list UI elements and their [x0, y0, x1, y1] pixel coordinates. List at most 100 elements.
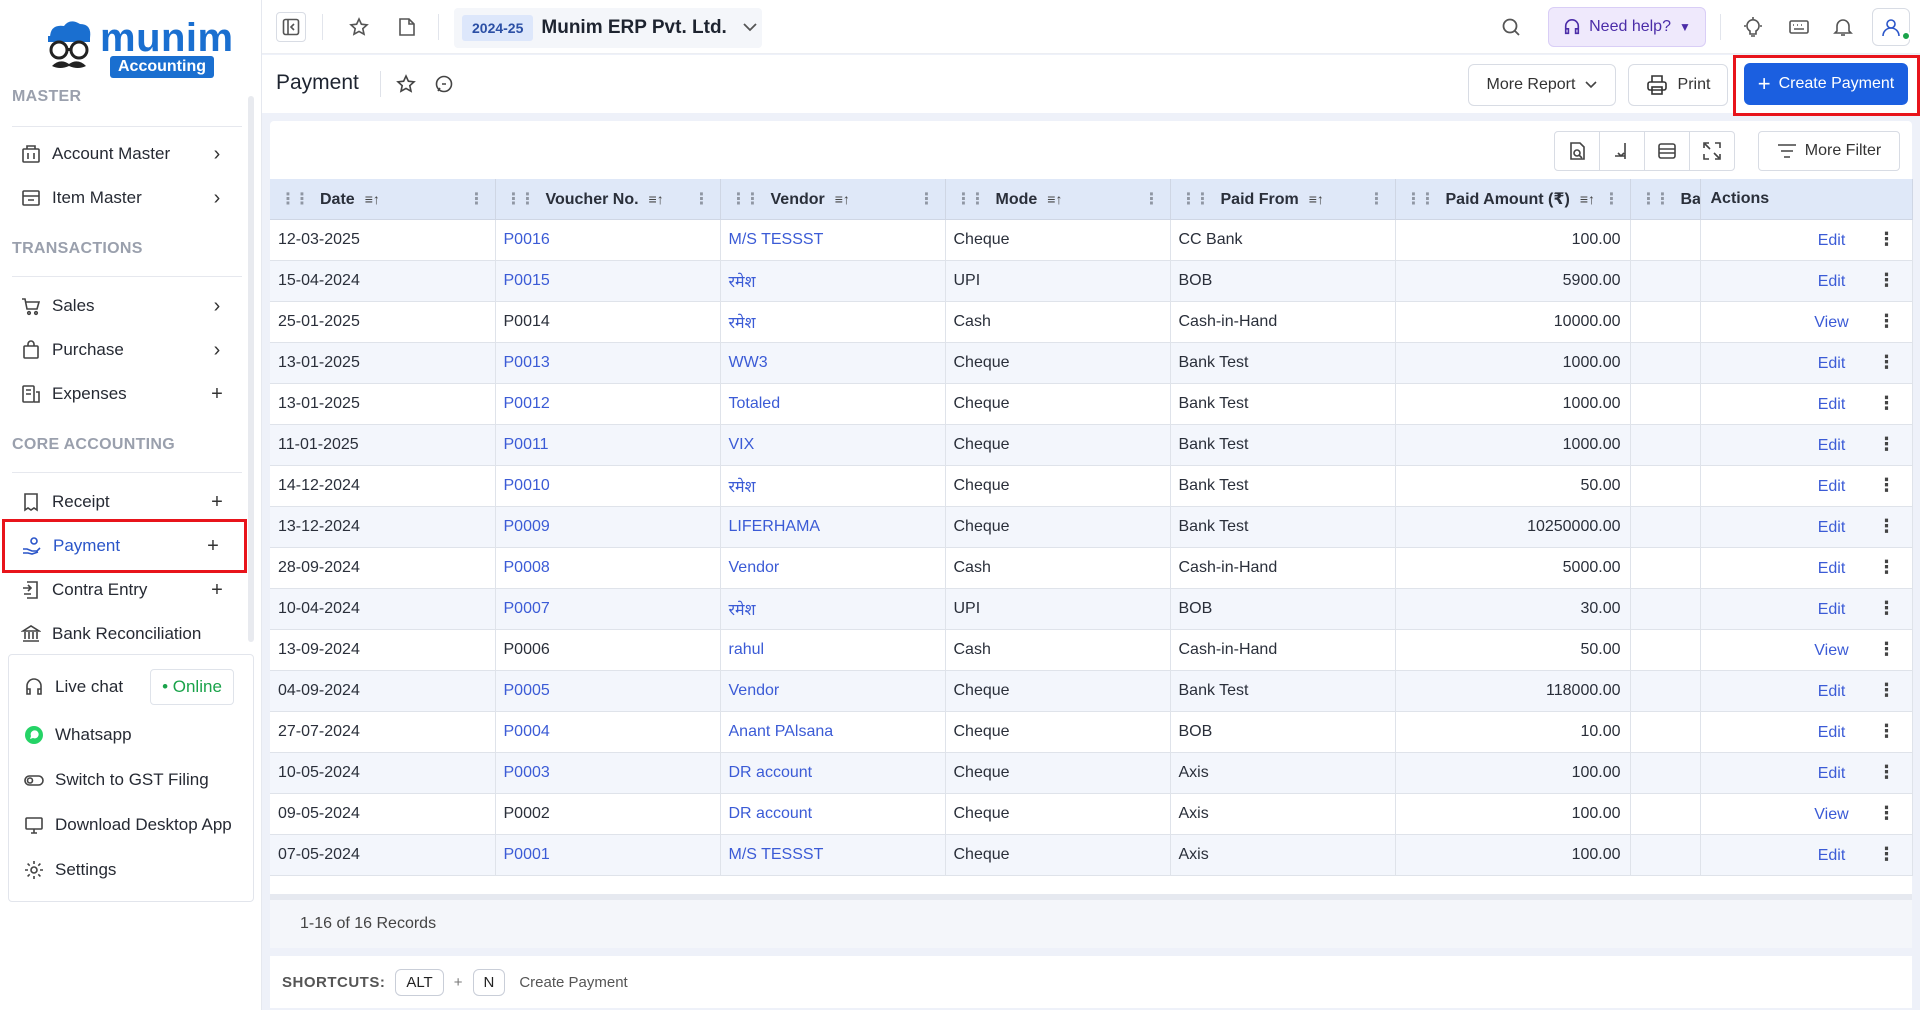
edit-link[interactable]: Edit [1802, 519, 1862, 537]
more-options-icon[interactable]: ⋮ [1862, 721, 1912, 742]
cell-vendor[interactable]: M/S TESSST [720, 219, 946, 261]
sidebar-item-contra-entry[interactable]: Contra Entry + [0, 568, 248, 612]
edit-link[interactable]: Edit [1802, 847, 1862, 865]
column-menu-icon[interactable]: ⋮ [1369, 189, 1385, 209]
export-excel-icon[interactable] [1554, 131, 1600, 171]
comment-icon[interactable] [430, 70, 458, 98]
table-row[interactable]: 13-01-2025 P0012 Totaled Cheque Bank Test 100… [270, 383, 1913, 425]
table-row[interactable]: 25-01-2025 P0014 रमेश Cash Cash-in-Hand 10000… [270, 301, 1913, 343]
density-icon[interactable] [1644, 131, 1690, 171]
more-options-icon[interactable]: ⋮ [1862, 352, 1912, 373]
drag-handle-icon[interactable]: ⋮⋮ [1181, 191, 1211, 208]
view-link[interactable]: View [1802, 314, 1862, 332]
edit-link[interactable]: Edit [1802, 273, 1862, 291]
cell-voucher[interactable]: P0001 [495, 834, 721, 876]
need-help-button[interactable]: Need help? ▼ [1548, 7, 1706, 47]
more-filter-button[interactable]: More Filter [1758, 131, 1900, 171]
cell-vendor[interactable]: Anant PAlsana [720, 711, 946, 753]
cell-vendor[interactable]: rahul [720, 629, 946, 671]
cell-voucher[interactable]: P0011 [495, 424, 721, 466]
table-row[interactable]: 13-12-2024 P0009 LIFERHAMA Cheque Bank Test 1… [270, 506, 1913, 548]
cell-vendor[interactable]: LIFERHAMA [720, 506, 946, 548]
drag-handle-icon[interactable]: ⋮⋮ [1641, 191, 1671, 208]
sort-icon[interactable]: ≡↑ [1309, 191, 1324, 207]
cell-voucher[interactable]: P0016 [495, 219, 721, 261]
sidebar-scrollbar[interactable] [248, 96, 254, 642]
table-row[interactable]: 07-05-2024 P0001 M/S TESSST Cheque Axis 100.0… [270, 834, 1913, 876]
sort-icon[interactable]: ≡↑ [1047, 191, 1062, 207]
table-row[interactable]: 13-09-2024 P0006 rahul Cash Cash-in-Hand 50.0… [270, 629, 1913, 671]
drag-handle-icon[interactable]: ⋮⋮ [956, 191, 986, 208]
column-header-balance[interactable]: ⋮⋮ Balar [1630, 179, 1701, 220]
create-payment-button[interactable]: + Create Payment [1744, 63, 1908, 105]
cell-voucher[interactable]: P0015 [495, 260, 721, 302]
edit-link[interactable]: Edit [1802, 478, 1862, 496]
cell-vendor[interactable]: Vendor [720, 547, 946, 589]
sort-icon[interactable]: ≡↑ [365, 191, 380, 207]
download-app-item[interactable]: Download Desktop App [9, 805, 253, 845]
edit-link[interactable]: Edit [1802, 765, 1862, 783]
edit-link[interactable]: Edit [1802, 724, 1862, 742]
more-options-icon[interactable]: ⋮ [1862, 229, 1912, 250]
table-row[interactable]: 14-12-2024 P0010 रमेश Cheque Bank Test 50.00 E… [270, 465, 1913, 507]
cell-vendor[interactable]: VIX [720, 424, 946, 466]
column-menu-icon[interactable]: ⋮ [919, 189, 935, 209]
company-selector[interactable]: 2024-25 Munim ERP Pvt. Ltd. [454, 8, 762, 48]
edit-link[interactable]: Edit [1802, 396, 1862, 414]
cell-vendor[interactable]: रमेश [720, 465, 946, 507]
column-header-date[interactable]: ⋮⋮ Date ≡↑ ⋮ [270, 179, 496, 220]
sidebar-item-account-master[interactable]: Account Master › [0, 132, 248, 176]
more-options-icon[interactable]: ⋮ [1862, 680, 1912, 701]
column-header-mode[interactable]: ⋮⋮ Mode ≡↑ ⋮ [945, 179, 1171, 220]
sidebar-item-bank-reconciliation[interactable]: Bank Reconciliation [0, 612, 248, 644]
drag-handle-icon[interactable]: ⋮⋮ [1406, 191, 1436, 208]
plus-icon[interactable]: + [202, 383, 232, 406]
more-options-icon[interactable]: ⋮ [1862, 434, 1912, 455]
cell-vendor[interactable]: M/S TESSST [720, 834, 946, 876]
sort-icon[interactable]: ≡↑ [649, 191, 664, 207]
sort-icon[interactable]: ≡↑ [835, 191, 850, 207]
sidebar-item-payment[interactable]: Payment + [2, 519, 247, 573]
cell-vendor[interactable]: WW3 [720, 342, 946, 384]
edit-link[interactable]: Edit [1802, 560, 1862, 578]
cell-vendor[interactable]: Vendor [720, 670, 946, 712]
column-menu-icon[interactable]: ⋮ [469, 189, 485, 209]
edit-link[interactable]: Edit [1802, 683, 1862, 701]
switch-gst-item[interactable]: Switch to GST Filing [9, 760, 253, 800]
more-options-icon[interactable]: ⋮ [1862, 311, 1912, 332]
drag-handle-icon[interactable]: ⋮⋮ [506, 191, 536, 208]
view-link[interactable]: View [1802, 806, 1862, 824]
column-menu-icon[interactable]: ⋮ [694, 189, 710, 209]
keyboard-icon[interactable] [1784, 12, 1814, 42]
cell-voucher[interactable]: P0007 [495, 588, 721, 630]
plus-icon[interactable]: + [202, 579, 232, 602]
collapse-sidebar-icon[interactable] [276, 12, 306, 42]
print-button[interactable]: Print [1628, 64, 1728, 106]
more-options-icon[interactable]: ⋮ [1862, 803, 1912, 824]
edit-link[interactable]: Edit [1802, 232, 1862, 250]
table-row[interactable]: 15-04-2024 P0015 रमेश UPI BOB 5900.00 Edit ⋮ [270, 260, 1913, 302]
sidebar-item-receipt[interactable]: Receipt + [0, 480, 248, 524]
cell-voucher[interactable]: P0013 [495, 342, 721, 384]
more-options-icon[interactable]: ⋮ [1862, 762, 1912, 783]
notification-bell-icon[interactable] [1828, 12, 1858, 42]
cell-voucher[interactable]: P0010 [495, 465, 721, 507]
table-row[interactable]: 09-05-2024 P0002 DR account Cheque Axis 100.0… [270, 793, 1913, 835]
column-header-vendor[interactable]: ⋮⋮ Vendor ≡↑ ⋮ [720, 179, 946, 220]
column-header-paid-from[interactable]: ⋮⋮ Paid From ≡↑ ⋮ [1170, 179, 1396, 220]
more-options-icon[interactable]: ⋮ [1862, 475, 1912, 496]
user-avatar[interactable] [1872, 8, 1911, 46]
more-options-icon[interactable]: ⋮ [1862, 393, 1912, 414]
edit-link[interactable]: Edit [1802, 437, 1862, 455]
cell-voucher[interactable]: P0003 [495, 752, 721, 794]
munim-logo[interactable]: munim Accounting [42, 14, 233, 82]
column-header-paid-amount[interactable]: ⋮⋮ Paid Amount (₹) ≡↑ ⋮ [1395, 179, 1631, 220]
cell-vendor[interactable]: रमेश [720, 588, 946, 630]
column-menu-icon[interactable]: ⋮ [1144, 189, 1160, 209]
table-row[interactable]: 10-04-2024 P0007 रमेश UPI BOB 30.00 Edit ⋮ [270, 588, 1913, 630]
more-options-icon[interactable]: ⋮ [1862, 516, 1912, 537]
cell-vendor[interactable]: Totaled [720, 383, 946, 425]
more-options-icon[interactable]: ⋮ [1862, 557, 1912, 578]
column-menu-icon[interactable]: ⋮ [1604, 189, 1620, 209]
table-row[interactable]: 27-07-2024 P0004 Anant PAlsana Cheque BOB 10.… [270, 711, 1913, 753]
